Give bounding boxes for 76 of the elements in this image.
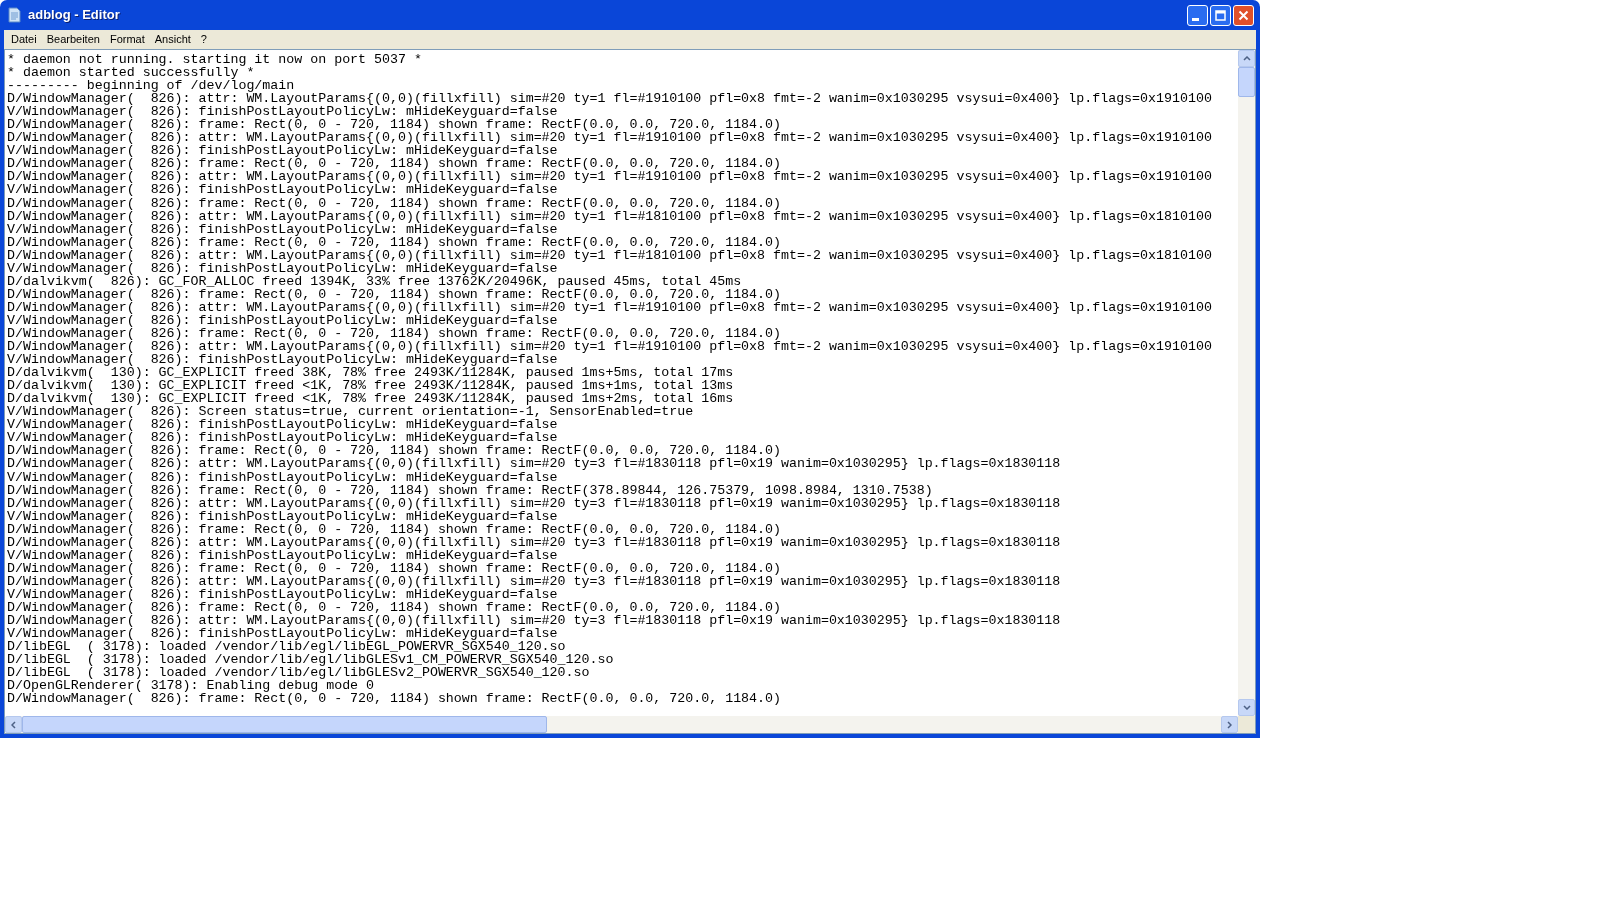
maximize-button[interactable] [1210,4,1231,26]
menu-item[interactable]: Format [104,31,150,48]
log-line: D/WindowManager( 826): frame: Rect(0, 0 - 720, 1184) shown frame: RectF(0.0, 0.0, 720.0, 1184.0) [7,522,781,536]
log-line: V/WindowManager( 826): finishPostLayoutPolicyLw: mHideKeyguard=false [7,183,558,197]
scroll-thumb[interactable] [1238,67,1255,97]
log-line: V/WindowManager( 826): finishPostLayoutPolicyLw: mHideKeyguard=false [7,144,558,158]
log-line: D/WindowManager( 826): frame: Rect(0, 0 - 720, 1184) shown frame: RectF(0.0, 0.0, 720.0, 1184.0) [7,196,781,210]
notepad-icon [6,7,22,23]
log-line: D/WindowManager( 826): attr: WM.LayoutParams{(0,0)(fillxfill) sim=#20 ty=1 fl=#1810100 pfl=0x8 fmt=-2 wanim=0x1030295 vsysui=0x400} lp.flags=0x1810100 [7,248,1212,262]
horizontal-scrollbar[interactable] [5,716,1238,733]
menu-item[interactable]: ? [195,31,212,48]
log-line: V/WindowManager( 826): finishPostLayoutPolicyLw: mHideKeyguard=false [7,105,558,119]
scroll-right-button[interactable] [1221,716,1238,733]
log-line: V/WindowManager( 826): finishPostLayoutPolicyLw: mHideKeyguard=false [7,627,558,641]
log-line: D/dalvikvm( 130): GC_EXPLICIT freed <1K, 78% free 2493K/11284K, paused 1ms+2ms, total 16ms [7,392,734,406]
log-line: V/WindowManager( 826): finishPostLayoutPolicyLw: mHideKeyguard=false [7,313,558,327]
chevron-up-icon [1242,56,1251,61]
log-line: V/WindowManager( 826): finishPostLayoutPolicyLw: mHideKeyguard=false [7,261,558,275]
log-line: D/WindowManager( 826): attr: WM.LayoutParams{(0,0)(fillxfill) sim=#20 ty=1 fl=#1910100 pfl=0x8 fmt=-2 wanim=0x1030295 vsysui=0x400} lp.flags=0x1910100 [7,170,1212,184]
chevron-right-icon [1227,720,1232,729]
log-line: D/WindowManager( 826): frame: Rect(0, 0 - 720, 1184) shown frame: RectF(0.0, 0.0, 720.0, 1184.0) [7,561,781,575]
log-line: D/WindowManager( 826): frame: Rect(0, 0 - 720, 1184) shown frame: RectF(378.89844, 126.75379, 1098.8984, 1310.7538) [7,483,933,497]
log-line: V/WindowManager( 826): finishPostLayoutPolicyLw: mHideKeyguard=false [7,431,558,445]
log-line: D/WindowManager( 826): attr: WM.LayoutParams{(0,0)(fillxfill) sim=#20 ty=1 fl=#1910100 pfl=0x8 fmt=-2 wanim=0x1030295 vsysui=0x400} lp.flags=0x1910100 [7,340,1212,354]
log-line: D/WindowManager( 826): attr: WM.LayoutParams{(0,0)(fillxfill) sim=#20 ty=3 fl=#1830118 pfl=0x19 wanim=0x1030295} lp.flags=0x1830118 [7,457,1061,471]
menu-item[interactable]: Datei [6,31,42,48]
log-line: D/libEGL ( 3178): loaded /vendor/lib/egl/libEGL_POWERVR_SGX540_120.so [7,640,566,654]
scroll-down-button[interactable] [1238,699,1255,716]
resize-grip[interactable] [1238,716,1255,733]
log-line: D/WindowManager( 826): frame: Rect(0, 0 - 720, 1184) shown frame: RectF(0.0, 0.0, 720.0, 1184.0) [7,692,781,706]
log-line: D/WindowManager( 826): frame: Rect(0, 0 - 720, 1184) shown frame: RectF(0.0, 0.0, 720.0, 1184.0) [7,157,781,171]
log-line: D/WindowManager( 826): frame: Rect(0, 0 - 720, 1184) shown frame: RectF(0.0, 0.0, 720.0, 1184.0) [7,327,781,341]
log-line: D/WindowManager( 826): frame: Rect(0, 0 - 720, 1184) shown frame: RectF(0.0, 0.0, 720.0, 1184.0) [7,235,781,249]
scroll-left-button[interactable] [5,716,22,733]
minimize-icon [1192,17,1199,21]
log-line: V/WindowManager( 826): finishPostLayoutPolicyLw: mHideKeyguard=false [7,222,558,236]
log-line: * daemon started successfully * [7,66,255,80]
scroll-up-button[interactable] [1238,50,1255,67]
log-line: V/WindowManager( 826): finishPostLayoutPolicyLw: mHideKeyguard=false [7,353,558,367]
log-line: D/WindowManager( 826): attr: WM.LayoutParams{(0,0)(fillxfill) sim=#20 ty=3 fl=#1830118 pfl=0x19 wanim=0x1030295} lp.flags=0x1830118 [7,535,1061,549]
maximize-icon [1215,9,1226,21]
log-line: D/WindowManager( 826): attr: WM.LayoutParams{(0,0)(fillxfill) sim=#20 ty=1 fl=#1910100 pfl=0x8 fmt=-2 wanim=0x1030295 vsysui=0x400} lp.flags=0x1910100 [7,92,1212,106]
close-icon [1238,9,1249,21]
vertical-scrollbar[interactable] [1238,50,1255,716]
log-line: D/libEGL ( 3178): loaded /vendor/lib/egl/libGLESv2_POWERVR_SGX540_120.so [7,666,590,680]
log-line: V/WindowManager( 826): finishPostLayoutPolicyLw: mHideKeyguard=false [7,548,558,562]
log-line: V/WindowManager( 826): finishPostLayoutPolicyLw: mHideKeyguard=false [7,418,558,432]
log-line: D/WindowManager( 826): frame: Rect(0, 0 - 720, 1184) shown frame: RectF(0.0, 0.0, 720.0, 1184.0) [7,444,781,458]
log-line: V/WindowManager( 826): finishPostLayoutPolicyLw: mHideKeyguard=false [7,470,558,484]
menu-item[interactable]: Ansicht [149,31,196,48]
minimize-button[interactable] [1187,4,1208,26]
log-line: D/OpenGLRenderer( 3178): Enabling debug mode 0 [7,679,375,693]
menu-item[interactable]: Bearbeiten [41,31,105,48]
log-line: V/WindowManager( 826): finishPostLayoutPolicyLw: mHideKeyguard=false [7,587,558,601]
log-line: D/WindowManager( 826): attr: WM.LayoutParams{(0,0)(fillxfill) sim=#20 ty=3 fl=#1830118 pfl=0x19 wanim=0x1030295} lp.flags=0x1830118 [7,614,1061,628]
chevron-left-icon [11,720,16,729]
log-line: V/WindowManager( 826): finishPostLayoutPolicyLw: mHideKeyguard=false [7,509,558,523]
log-line: --------- beginning of /dev/log/main [7,79,295,93]
log-line: D/dalvikvm( 130): GC_EXPLICIT freed 38K, 78% free 2493K/11284K, paused 1ms+5ms, total 17ms [7,366,734,380]
log-line: D/WindowManager( 826): attr: WM.LayoutParams{(0,0)(fillxfill) sim=#20 ty=1 fl=#1910100 pfl=0x8 fmt=-2 wanim=0x1030295 vsysui=0x400} lp.flags=0x1910100 [7,131,1212,145]
log-line: D/dalvikvm( 130): GC_EXPLICIT freed <1K, 78% free 2493K/11284K, paused 1ms+1ms, total 13ms [7,379,734,393]
log-line: D/WindowManager( 826): attr: WM.LayoutParams{(0,0)(fillxfill) sim=#20 ty=3 fl=#1830118 pfl=0x19 wanim=0x1030295} lp.flags=0x1830118 [7,574,1061,588]
log-line: D/dalvikvm( 826): GC_FOR_ALLOC freed 1394K, 33% free 13762K/20496K, paused 45ms, total 45ms [7,274,742,288]
log-line: D/WindowManager( 826): attr: WM.LayoutParams{(0,0)(fillxfill) sim=#20 ty=1 fl=#1810100 pfl=0x8 fmt=-2 wanim=0x1030295 vsysui=0x400} lp.flags=0x1810100 [7,209,1212,223]
log-line: D/WindowManager( 826): frame: Rect(0, 0 - 720, 1184) shown frame: RectF(0.0, 0.0, 720.0, 1184.0) [7,600,781,614]
close-button[interactable] [1233,4,1254,26]
log-line: D/WindowManager( 826): attr: WM.LayoutParams{(0,0)(fillxfill) sim=#20 ty=3 fl=#1830118 pfl=0x19 wanim=0x1030295} lp.flags=0x1830118 [7,496,1061,510]
log-line: D/WindowManager( 826): frame: Rect(0, 0 - 720, 1184) shown frame: RectF(0.0, 0.0, 720.0, 1184.0) [7,287,781,301]
log-line: * daemon not running. starting it now on port 5037 * [7,53,422,67]
chevron-down-icon [1242,705,1251,710]
log-line: D/WindowManager( 826): attr: WM.LayoutParams{(0,0)(fillxfill) sim=#20 ty=1 fl=#1910100 pfl=0x8 fmt=-2 wanim=0x1030295 vsysui=0x400} lp.flags=0x1910100 [7,300,1212,314]
window-title: adblog - Editor [28,6,120,25]
log-line: V/WindowManager( 826): Screen status=true, current orientation=-1, SensorEnabled=true [7,405,694,419]
scroll-thumb[interactable] [22,716,547,733]
log-line: D/libEGL ( 3178): loaded /vendor/lib/egl/libGLESv1_CM_POWERVR_SGX540_120.so [7,653,614,667]
log-line: D/WindowManager( 826): frame: Rect(0, 0 - 720, 1184) shown frame: RectF(0.0, 0.0, 720.0, 1184.0) [7,118,781,132]
